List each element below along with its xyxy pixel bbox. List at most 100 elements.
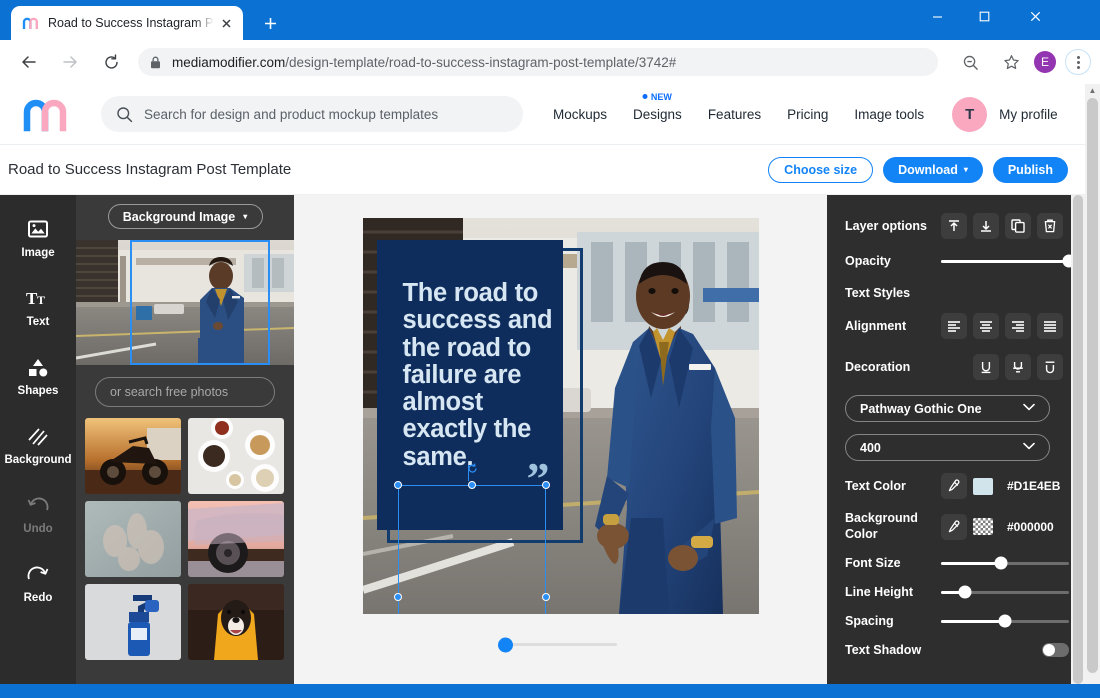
zoom-track[interactable] [504, 643, 617, 646]
badge-dot [643, 94, 648, 99]
site-navigation: Mockups NEW Designs Features Pricing Ima… [553, 107, 924, 122]
photo-thumbnail[interactable] [188, 584, 284, 660]
tool-image[interactable]: Image [0, 209, 76, 266]
scrollbar-thumb[interactable] [1087, 98, 1098, 673]
settings-panel: Layer options Opacity [827, 195, 1085, 684]
tool-background[interactable]: Background [0, 416, 76, 473]
window-maximize-button[interactable] [961, 0, 1007, 32]
line-height-slider[interactable] [941, 591, 1069, 594]
quote-card[interactable]: The road to success and the road to fail… [377, 240, 563, 530]
spacing-row: Spacing [845, 614, 1069, 628]
settings-scrollbar[interactable] [1071, 195, 1085, 684]
forward-arrow-icon[interactable] [53, 45, 87, 79]
canvas-area: The road to success and the road to fail… [294, 195, 827, 684]
tool-label: Undo [23, 523, 52, 535]
background-preview[interactable] [76, 240, 294, 365]
delete-icon[interactable] [1037, 213, 1063, 239]
tab-strip: Road to Success Instagram Post T [0, 0, 1100, 40]
align-right-icon[interactable] [1005, 313, 1031, 339]
align-left-icon[interactable] [941, 313, 967, 339]
search-minus-icon[interactable] [953, 45, 987, 79]
chevron-down-icon: ▾ [964, 165, 968, 174]
canvas-zoom-slider[interactable] [294, 643, 827, 646]
dropdown-label: Background Image [123, 210, 236, 224]
star-icon[interactable] [994, 45, 1028, 79]
background-image-dropdown[interactable]: Background Image ▾ [108, 204, 263, 229]
free-photo-search-input[interactable]: or search free photos [95, 377, 275, 407]
reload-icon[interactable] [94, 45, 128, 79]
publish-button[interactable]: Publish [993, 157, 1068, 183]
window-minimize-button[interactable] [914, 0, 960, 32]
text-icon: TT [26, 287, 50, 309]
line-height-knob[interactable] [959, 586, 972, 599]
photo-thumbnail[interactable] [85, 418, 181, 494]
search-input[interactable]: Search for design and product mockup tem… [101, 96, 523, 132]
line-height-label: Line Height [845, 585, 941, 599]
motorcycle-at-sunset-thumb [85, 418, 181, 494]
text-shadow-toggle[interactable] [1042, 643, 1069, 657]
underline-icon[interactable] [973, 354, 999, 380]
nav-item-mockups[interactable]: Mockups [553, 107, 607, 122]
spacing-knob[interactable] [999, 615, 1012, 628]
back-arrow-icon[interactable] [12, 45, 46, 79]
tool-undo[interactable]: Undo [0, 485, 76, 542]
eyedropper-icon[interactable] [941, 473, 967, 499]
align-center-icon[interactable] [973, 313, 999, 339]
design-canvas[interactable]: The road to success and the road to fail… [363, 218, 759, 614]
font-size-knob[interactable] [995, 557, 1008, 570]
overline-icon[interactable] [1037, 354, 1063, 380]
nav-item-designs[interactable]: NEW Designs [633, 107, 682, 122]
text-shadow-label: Text Shadow [845, 643, 941, 657]
nav-item-image-tools[interactable]: Image tools [854, 107, 924, 122]
three-dots-vertical-icon[interactable] [1065, 49, 1091, 75]
browser-tab[interactable]: Road to Success Instagram Post T [11, 6, 243, 40]
photo-thumbnail[interactable] [85, 584, 181, 660]
bring-to-front-icon[interactable] [941, 213, 967, 239]
strikethrough-icon[interactable] [1005, 354, 1031, 380]
opacity-row: Opacity [845, 254, 1069, 268]
tool-redo[interactable]: Redo [0, 554, 76, 611]
page-scrollbar[interactable]: ▲ [1085, 84, 1100, 684]
tool-shapes[interactable]: Shapes [0, 347, 76, 404]
font-weight-select[interactable]: 400 [845, 434, 1050, 461]
download-button[interactable]: Download ▾ [883, 157, 983, 183]
send-to-back-icon[interactable] [973, 213, 999, 239]
window-close-button[interactable] [1012, 0, 1058, 32]
background-color-swatch[interactable] [973, 518, 993, 535]
font-size-slider[interactable] [941, 562, 1069, 565]
choose-size-button[interactable]: Choose size [768, 157, 873, 183]
layer-options-row: Layer options [845, 213, 1069, 239]
background-panel: Background Image ▾ [76, 195, 294, 684]
scrollbar-thumb[interactable] [1073, 195, 1083, 684]
opacity-slider[interactable] [941, 260, 1069, 263]
browser-window: Road to Success Instagram Post T [0, 0, 1100, 698]
search-placeholder: Search for design and product mockup tem… [144, 107, 438, 122]
car-wheel-sunset-thumb [188, 501, 284, 577]
spacing-slider[interactable] [941, 620, 1069, 623]
nav-item-pricing[interactable]: Pricing [787, 107, 828, 122]
quote-text[interactable]: The road to success and the road to fail… [403, 280, 555, 471]
text-color-swatch[interactable] [973, 478, 993, 495]
chrome-profile-avatar[interactable]: E [1034, 51, 1056, 73]
zoom-knob[interactable] [498, 637, 513, 652]
align-justify-icon[interactable] [1037, 313, 1063, 339]
photo-thumbnail[interactable] [188, 501, 284, 577]
tool-text[interactable]: TT Text [0, 278, 76, 335]
scroll-up-arrow-icon[interactable]: ▲ [1088, 87, 1097, 95]
mediamodifier-logo[interactable] [23, 96, 77, 132]
eyedropper-icon[interactable] [941, 514, 967, 540]
profile-area[interactable]: T My profile [952, 97, 1058, 132]
nav-label: Image tools [854, 107, 924, 122]
photo-thumbnail[interactable] [85, 501, 181, 577]
tool-label: Image [21, 247, 54, 259]
photo-thumbnail[interactable] [188, 418, 284, 494]
new-tab-button[interactable] [256, 11, 284, 36]
text-styles-heading: Text Styles [845, 286, 1069, 300]
font-family-select[interactable]: Pathway Gothic One [845, 395, 1050, 422]
close-icon[interactable] [217, 14, 235, 32]
nav-item-features[interactable]: Features [708, 107, 761, 122]
address-bar[interactable]: mediamodifier.com/design-template/road-t… [138, 48, 938, 76]
tab-title: Road to Success Instagram Post T [48, 16, 214, 30]
tool-label: Text [27, 316, 50, 328]
duplicate-icon[interactable] [1005, 213, 1031, 239]
